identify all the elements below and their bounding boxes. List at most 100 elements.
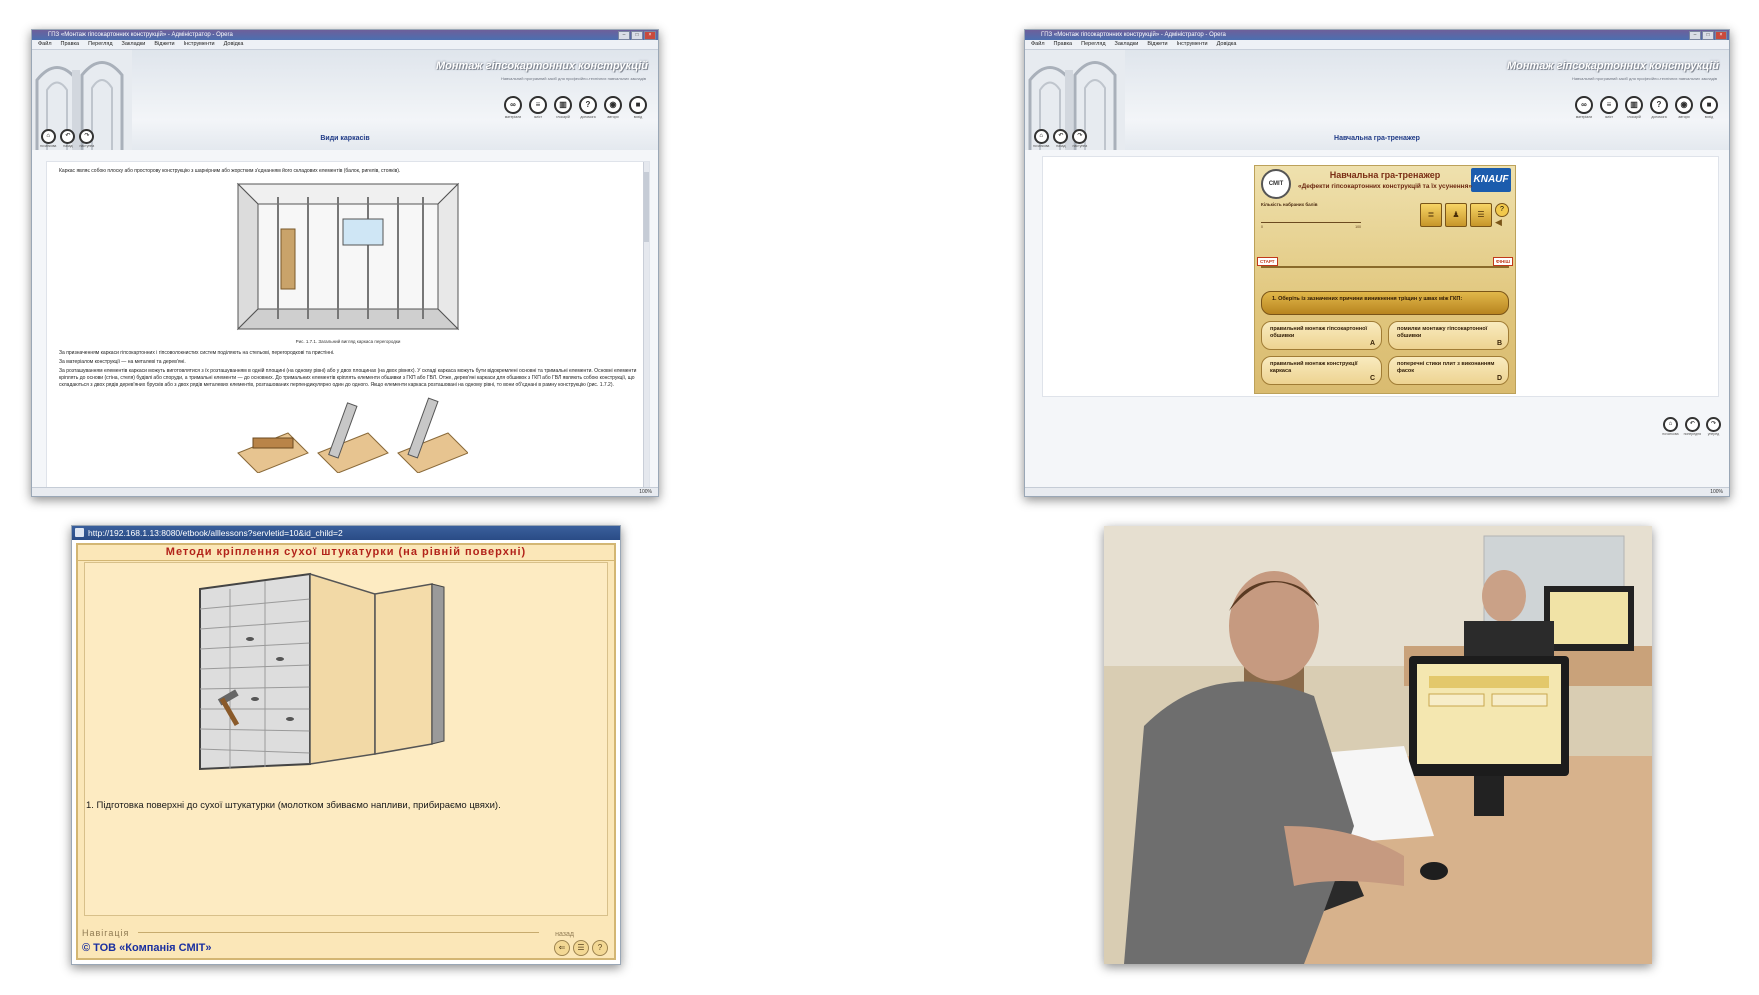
- answer-b[interactable]: помилки монтажу гіпсокартонної обшивки B: [1388, 321, 1509, 350]
- menu-help[interactable]: Довідка: [224, 40, 244, 49]
- answer-letter: B: [1496, 340, 1502, 347]
- partition-frame-illustration: [236, 182, 460, 331]
- contents-button[interactable]: ☰: [573, 940, 589, 956]
- help-button[interactable]: ?: [592, 940, 608, 956]
- game-help-icon[interactable]: ?: [1495, 203, 1509, 217]
- content-scrollbar[interactable]: [643, 162, 649, 487]
- scrollbar-thumb[interactable]: [644, 172, 649, 242]
- authors-button[interactable]: ◉ автори: [1674, 96, 1694, 119]
- figure-caption: Рис. 1.7.1. Загальний вигляд каркаса пер…: [295, 339, 401, 344]
- menu-bookmarks[interactable]: Закладки: [1115, 40, 1139, 49]
- answer-letter: C: [1369, 375, 1375, 382]
- materials-button[interactable]: ∞ матеріали: [1574, 96, 1594, 119]
- paragraph: За призначенням каркаси гіпсокартонних і…: [59, 350, 335, 356]
- training-game: СМІТ KNAUF Навчальна гра-тренажер «Дефек…: [1254, 165, 1516, 394]
- nav-divider: [138, 932, 539, 933]
- ebook-brand-subtitle: Навчальний програмний засіб для професій…: [500, 76, 646, 81]
- ebook-window-game: ГПЗ «Монтаж гіпсокартонних конструкцій» …: [1024, 29, 1730, 497]
- maximize-button[interactable]: □: [631, 31, 643, 40]
- back-label[interactable]: назад: [555, 931, 574, 938]
- menu-help[interactable]: Довідка: [1217, 40, 1237, 49]
- window-title: ГПЗ «Монтаж гіпсокартонних конструкцій» …: [32, 30, 658, 40]
- forward-button[interactable]: ↷ уперед: [1706, 417, 1721, 436]
- answer-text: поперечні стики плит з виконанням фасок: [1397, 361, 1495, 374]
- book-icon: ▥: [554, 96, 572, 114]
- window-controls: – □ ×: [1689, 31, 1727, 40]
- close-button[interactable]: ×: [1715, 31, 1727, 40]
- finish-marker: ФІНІШ: [1492, 257, 1513, 266]
- answer-c[interactable]: правильний монтаж конструкції каркаса C: [1261, 356, 1382, 385]
- address-bar[interactable]: http://192.168.1.13:8080/etbook/alllesso…: [72, 526, 620, 540]
- author-icon: ◉: [604, 96, 622, 114]
- page-icon: [75, 528, 84, 537]
- menu-edit[interactable]: Правка: [1054, 40, 1073, 49]
- maximize-button[interactable]: □: [1702, 31, 1714, 40]
- sound-icon[interactable]: ◀: [1495, 217, 1502, 228]
- window-title: ГПЗ «Монтаж гіпсокартонних конструкцій» …: [1025, 30, 1729, 40]
- answer-text: правильний монтаж гіпсокартонної обшивки: [1270, 326, 1368, 339]
- minimize-button[interactable]: –: [618, 31, 630, 40]
- forward-icon: ↷: [1706, 417, 1721, 432]
- minimize-button[interactable]: –: [1689, 31, 1701, 40]
- ebook-brand-title: Монтаж гіпсокартонних конструкцій: [1507, 60, 1719, 72]
- help-icon: ?: [1650, 96, 1668, 114]
- menu-tools[interactable]: Інструменти: [1177, 40, 1208, 49]
- list-icon: ≡: [1600, 96, 1618, 114]
- lesson-title: Методи кріплення сухої штукатурки (на рі…: [78, 546, 614, 561]
- menu-bookmarks[interactable]: Закладки: [122, 40, 146, 49]
- back-button[interactable]: ⇐: [554, 940, 570, 956]
- materials-button[interactable]: ∞ матеріали: [503, 96, 523, 119]
- lesson-step-caption: 1. Підготовка поверхні до сухої штукатур…: [86, 800, 501, 811]
- menu-widgets[interactable]: Віджети: [154, 40, 174, 49]
- help-button[interactable]: ? допомога: [578, 96, 598, 119]
- menu-file[interactable]: Файл: [38, 40, 52, 49]
- menu-bar: Файл Правка Перегляд Закладки Віджети Ін…: [32, 40, 658, 50]
- ebook-banner: Монтаж гіпсокартонних конструкцій Навчал…: [1025, 50, 1729, 150]
- score-label: Кількість набраних балів: [1261, 202, 1318, 207]
- close-button[interactable]: ×: [644, 31, 656, 40]
- zoom-level[interactable]: 100%: [639, 489, 652, 495]
- lesson-window: http://192.168.1.13:8080/etbook/alllesso…: [71, 525, 621, 965]
- zoom-level[interactable]: 100%: [1710, 489, 1723, 495]
- home-button[interactable]: ⌂ початкова: [1662, 417, 1679, 436]
- ebook-window-frames: ГПЗ «Монтаж гіпсокартонних конструкцій» …: [31, 29, 659, 497]
- paragraph: За матеріалом конструкції — на металеві …: [59, 359, 186, 365]
- navigation-label: Навігація: [82, 928, 130, 938]
- contents-button[interactable]: ≡ зміст: [1599, 96, 1619, 119]
- page-url: http://192.168.1.13:8080/etbook/alllesso…: [88, 528, 343, 538]
- answer-a[interactable]: правильний монтаж гіпсокартонної обшивки…: [1261, 321, 1382, 350]
- contents-button[interactable]: ≡ зміст: [528, 96, 548, 119]
- game-settings-button[interactable]: ☰: [1470, 203, 1492, 227]
- toolbar: ∞ матеріали ≡ зміст ▥ глосарій ? допомога ◉ а…: [503, 96, 648, 119]
- help-button[interactable]: ? допомога: [1649, 96, 1669, 119]
- students-at-computers-photo: [1104, 526, 1652, 964]
- answer-d[interactable]: поперечні стики плит з виконанням фасок …: [1388, 356, 1509, 385]
- menu-edit[interactable]: Правка: [61, 40, 80, 49]
- page-title: Види каркасів: [320, 135, 370, 142]
- exit-icon: ■: [1700, 96, 1718, 114]
- game-title: Навчальна гра-тренажер: [1329, 170, 1441, 180]
- back-button[interactable]: ↶ попередня: [1684, 417, 1701, 436]
- menu-view[interactable]: Перегляд: [1081, 40, 1105, 49]
- glossary-button[interactable]: ▥ глосарій: [553, 96, 573, 119]
- page-title: Навчальна гра-тренажер: [1334, 135, 1420, 142]
- glossary-button[interactable]: ▥ глосарій: [1624, 96, 1644, 119]
- menu-tools[interactable]: Інструменти: [184, 40, 215, 49]
- menu-widgets[interactable]: Віджети: [1147, 40, 1167, 49]
- game-players-button[interactable]: ♟: [1445, 203, 1467, 227]
- start-marker: СТАРТ: [1257, 257, 1278, 266]
- authors-button[interactable]: ◉ автори: [603, 96, 623, 119]
- list-icon: ≡: [529, 96, 547, 114]
- question-text: 1. Оберіть із зазначених причини виникне…: [1261, 291, 1509, 315]
- home-icon: ⌂: [1662, 417, 1678, 432]
- exit-button[interactable]: ■ вихід: [1699, 96, 1719, 119]
- answer-text: помилки монтажу гіпсокартонної обшивки: [1397, 326, 1488, 339]
- status-bar: 100%: [32, 487, 658, 496]
- menu-file[interactable]: Файл: [1031, 40, 1045, 49]
- menu-view[interactable]: Перегляд: [88, 40, 112, 49]
- book-icon: ▥: [1625, 96, 1643, 114]
- game-menu-button[interactable]: ≣: [1420, 203, 1442, 227]
- drywall-wall-illustration: [199, 572, 445, 771]
- status-bar: 100%: [1025, 487, 1729, 496]
- exit-button[interactable]: ■ вихід: [628, 96, 648, 119]
